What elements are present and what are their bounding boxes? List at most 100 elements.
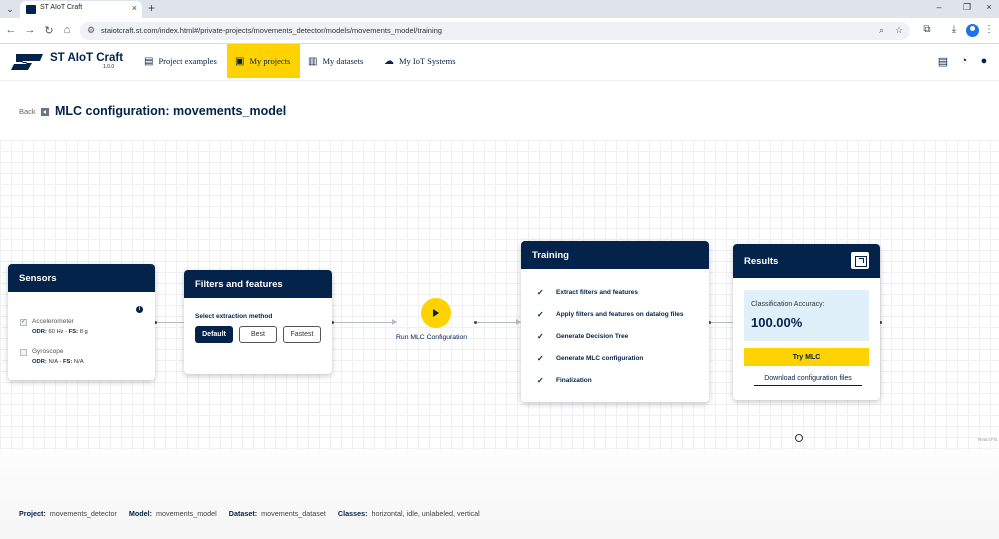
app-header: ST AIoT Craft 1.0.0 ▤ Project examples ▣ M… bbox=[0, 44, 999, 81]
nav-label: My datasets bbox=[322, 56, 364, 66]
project-info-footer: Project: movements_detector Model: movem… bbox=[19, 509, 490, 518]
fs-label: FS: bbox=[68, 329, 79, 335]
site-info-icon[interactable]: ⚙ bbox=[87, 25, 95, 36]
browser-tab[interactable]: ST AIoT Craft × bbox=[20, 1, 142, 18]
download-config-link[interactable]: Download configuration files bbox=[754, 375, 862, 386]
profile-avatar-icon[interactable] bbox=[966, 24, 979, 37]
info-icon[interactable]: i bbox=[136, 306, 143, 313]
check-icon: ✓ bbox=[537, 354, 544, 363]
bookmark-star-icon[interactable]: ☆ bbox=[895, 25, 903, 36]
browser-menu-icon[interactable]: ⋮ bbox=[982, 24, 996, 35]
edge-arrow bbox=[392, 319, 397, 325]
restore-icon[interactable]: ❐ bbox=[960, 2, 974, 13]
nav-project-examples[interactable]: ▤ Project examples bbox=[136, 44, 225, 78]
results-card: Results Classification Accuracy: 100.00%… bbox=[733, 244, 880, 400]
open-report-icon[interactable] bbox=[851, 252, 869, 269]
tab-close-icon[interactable]: × bbox=[132, 3, 137, 13]
fs-label: FS: bbox=[62, 359, 73, 365]
nav-label: Project examples bbox=[158, 56, 217, 66]
model-label: Model: bbox=[128, 509, 153, 518]
dataset-label: Dataset: bbox=[228, 509, 258, 518]
method-fastest-button[interactable]: Fastest bbox=[283, 326, 321, 343]
step-label: Extract filters and features bbox=[556, 289, 639, 296]
account-icon[interactable]: ● bbox=[977, 55, 991, 67]
odr-label: ODR: bbox=[32, 329, 47, 335]
download-icon[interactable]: ⤓ bbox=[947, 24, 961, 35]
url-field[interactable]: ⚙ staiotcraft.st.com/index.html#/private… bbox=[80, 22, 910, 40]
sensors-card: Sensors i ✓ Accelerometer ODR: 60 Hz - F… bbox=[8, 264, 155, 380]
odr-value: N/A bbox=[48, 359, 58, 365]
back-button[interactable]: Back bbox=[19, 107, 49, 116]
filters-card: Filters and features Select extraction m… bbox=[184, 270, 332, 374]
app-version: 1.0.0 bbox=[103, 64, 115, 70]
dataset-value: movements_dataset bbox=[261, 509, 326, 518]
zoom-icon[interactable]: ⌕ bbox=[879, 25, 884, 36]
st-logo bbox=[11, 54, 43, 70]
folder-icon: ▣ bbox=[235, 55, 245, 67]
classes-value: horizontal, idle, unlabeled, vertical bbox=[371, 509, 480, 518]
try-mlc-button[interactable]: Try MLC bbox=[744, 348, 869, 366]
home-icon[interactable]: ⌂ bbox=[60, 24, 74, 36]
sensor-spec: ODR: N/A - FS: N/A bbox=[32, 359, 84, 365]
mouse-cursor bbox=[795, 434, 803, 442]
classes-label: Classes: bbox=[337, 509, 368, 518]
react-flow-attribution[interactable]: React Flo bbox=[978, 437, 997, 442]
page-title: MLC configuration: movements_model bbox=[55, 104, 287, 118]
sensor-spec: ODR: 60 Hz - FS: 8 g bbox=[32, 329, 88, 335]
back-label: Back bbox=[19, 107, 36, 116]
edge-handle bbox=[474, 321, 477, 324]
nav-label: My IoT Systems bbox=[399, 56, 456, 66]
reload-icon[interactable]: ↻ bbox=[42, 24, 56, 37]
check-icon: ✓ bbox=[537, 376, 544, 385]
new-tab-icon[interactable]: + bbox=[148, 1, 155, 15]
training-card-title: Training bbox=[521, 241, 709, 269]
accuracy-label: Classification Accuracy: bbox=[751, 301, 825, 308]
window-close-icon[interactable]: × bbox=[982, 2, 996, 12]
brand-name: ST AIoT Craft bbox=[50, 52, 124, 64]
extensions-icon[interactable]: ⧉ bbox=[920, 24, 934, 35]
accuracy-panel: Classification Accuracy: 100.00% bbox=[744, 290, 869, 341]
nav-my-iot-systems[interactable]: ☁ My IoT Systems bbox=[376, 44, 464, 78]
favicon-icon bbox=[26, 5, 36, 14]
canvas-fade bbox=[0, 440, 999, 539]
nav-my-projects[interactable]: ▣ My projects bbox=[227, 44, 300, 78]
gyroscope-checkbox[interactable] bbox=[20, 349, 27, 356]
document-icon[interactable]: ▤ bbox=[936, 55, 950, 68]
run-mlc-play-button[interactable] bbox=[421, 298, 451, 328]
dashboard-gauge-icon[interactable]: ◔ bbox=[957, 55, 971, 67]
fs-value: N/A bbox=[73, 359, 84, 365]
sensors-card-title: Sensors bbox=[8, 264, 155, 292]
url-text: staiotcraft.st.com/index.html#/private-p… bbox=[101, 26, 442, 35]
edge-sensors-filters bbox=[155, 322, 184, 323]
odr-value: 60 Hz bbox=[48, 329, 64, 335]
nav-label: My projects bbox=[249, 56, 291, 66]
forward-arrow-icon[interactable]: → bbox=[23, 24, 37, 36]
project-label: Project: bbox=[19, 509, 46, 518]
check-icon: ✓ bbox=[537, 310, 544, 319]
tab-title: ST AIoT Craft bbox=[40, 4, 83, 11]
project-value: movements_detector bbox=[49, 509, 117, 518]
run-mlc-label: Run MLC Configuration bbox=[396, 334, 468, 341]
book-icon: ▤ bbox=[144, 55, 154, 67]
cloud-icon: ☁ bbox=[384, 55, 394, 67]
minimize-icon[interactable]: – bbox=[932, 2, 946, 12]
nav-my-datasets[interactable]: ▥ My datasets bbox=[300, 44, 371, 78]
back-arrow-icon[interactable]: ← bbox=[4, 24, 18, 36]
back-arrow-icon bbox=[40, 107, 49, 116]
model-value: movements_model bbox=[156, 509, 217, 518]
method-default-button[interactable]: Default bbox=[195, 326, 233, 343]
training-card: Training ✓ Extract filters and features ✓… bbox=[521, 241, 709, 402]
edge-filters-run bbox=[332, 322, 396, 323]
odr-label: ODR: bbox=[32, 359, 47, 365]
sensor-name: Gyroscope bbox=[32, 348, 64, 355]
extraction-method-label: Select extraction method bbox=[195, 313, 273, 320]
fs-value: 8 g bbox=[79, 329, 88, 335]
step-label: Finalization bbox=[556, 377, 592, 384]
accelerometer-checkbox[interactable]: ✓ bbox=[20, 319, 27, 326]
browser-tab-bar: ⌄ ST AIoT Craft × + – ❐ × bbox=[0, 0, 999, 18]
step-label: Generate MLC configuration bbox=[556, 355, 644, 362]
sensor-name: Accelerometer bbox=[32, 318, 74, 325]
method-best-button[interactable]: Best bbox=[239, 326, 277, 343]
check-icon: ✓ bbox=[537, 288, 544, 297]
tab-search-icon[interactable]: ⌄ bbox=[4, 3, 16, 15]
